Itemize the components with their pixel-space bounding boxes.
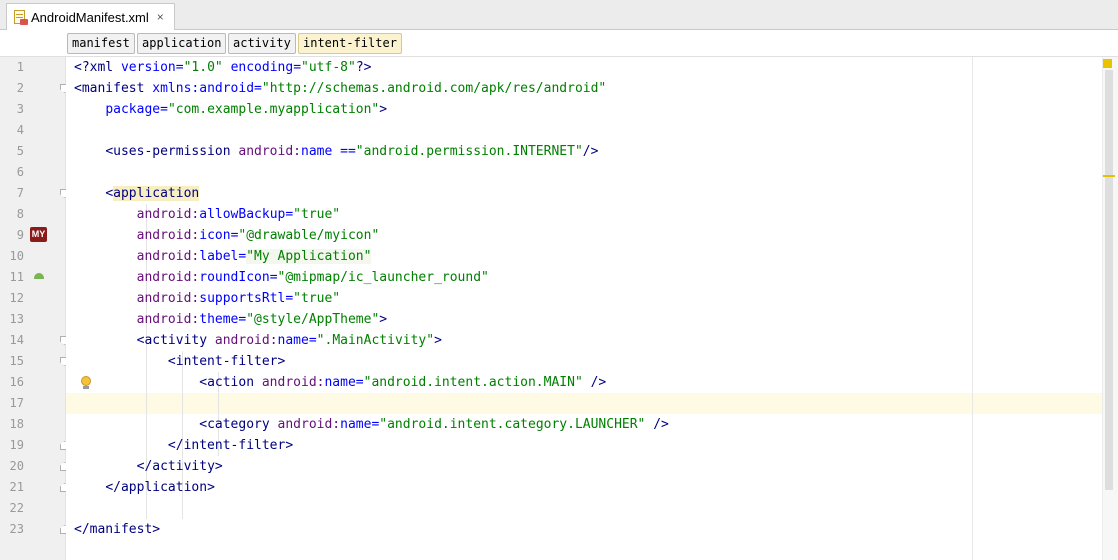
code-line: android:supportsRtl="true" [136, 291, 341, 306]
line-number: 17 [9, 396, 24, 410]
line-number: 7 [16, 186, 24, 200]
line-number: 19 [9, 438, 24, 452]
close-icon[interactable]: × [157, 10, 164, 24]
lightbulb-icon[interactable] [80, 376, 92, 390]
line-number: 5 [16, 144, 24, 158]
line-number: 13 [9, 312, 24, 326]
line-number: 2 [16, 81, 24, 95]
right-margin-guide [972, 57, 973, 560]
editor-tab-bar: AndroidManifest.xml × [0, 0, 1118, 30]
line-number: 15 [9, 354, 24, 368]
drawable-preview-icon[interactable]: MY [30, 227, 47, 242]
line-number: 21 [9, 480, 24, 494]
code-line: </manifest> [74, 522, 161, 537]
code-line: </intent-filter> [167, 438, 294, 453]
code-line: package="com.example.myapplication"> [105, 102, 388, 117]
warning-marker[interactable] [1103, 175, 1115, 177]
breadcrumb: manifest application activity intent-fil… [0, 30, 1118, 57]
code-line: <manifest xmlns:android="http://schemas.… [74, 81, 607, 96]
code-line: <intent-filter> [167, 354, 286, 369]
code-line: android:icon="@drawable/myicon" [136, 228, 380, 243]
line-number: 16 [9, 375, 24, 389]
line-number: 4 [16, 123, 24, 137]
line-number: 22 [9, 501, 24, 515]
code-line: </application> [105, 480, 215, 495]
code-line: <action android:name="android.intent.act… [199, 375, 607, 390]
line-number: 6 [16, 165, 24, 179]
line-number: 12 [9, 291, 24, 305]
line-number: 14 [9, 333, 24, 347]
line-number: 10 [9, 249, 24, 263]
code-line: <?xml version="1.0" encoding="utf-8"?> [74, 60, 372, 75]
line-number: 20 [9, 459, 24, 473]
line-number: 23 [9, 522, 24, 536]
code-line: <application [105, 186, 200, 201]
breadcrumb-activity[interactable]: activity [228, 33, 296, 54]
breadcrumb-manifest[interactable]: manifest [67, 33, 135, 54]
tab-label: AndroidManifest.xml [31, 9, 149, 25]
code-line: android:label="My Application" [136, 249, 372, 264]
code-line: android:allowBackup="true" [136, 207, 341, 222]
xml-file-icon [13, 9, 28, 25]
code-line: android:roundIcon="@mipmap/ic_launcher_r… [136, 270, 489, 285]
line-number: 18 [9, 417, 24, 431]
breadcrumb-application[interactable]: application [137, 33, 227, 54]
line-number: 11 [9, 270, 24, 284]
code-line: <uses-permission android:name =="android… [105, 144, 599, 159]
line-number: 3 [16, 102, 24, 116]
breadcrumb-intent-filter[interactable]: intent-filter [298, 33, 402, 54]
editor-gutter[interactable]: 1 2 3 4 5 6 7 8 9 10 11 12 13 14 15 16 1… [0, 57, 69, 560]
line-number: 8 [16, 207, 24, 221]
caret-line-highlight [66, 393, 1102, 414]
code-line: android:theme="@style/AppTheme"> [136, 312, 388, 327]
code-editor[interactable]: <?xml version="1.0" encoding="utf-8"?> <… [66, 57, 1102, 560]
tab-androidmanifest[interactable]: AndroidManifest.xml × [6, 3, 175, 30]
code-line: <activity android:name=".MainActivity"> [136, 333, 442, 348]
android-launcher-icon[interactable] [34, 271, 44, 279]
analysis-status-icon[interactable] [1103, 59, 1112, 68]
code-line: </activity> [136, 459, 223, 474]
code-line: <category android:name="android.intent.c… [199, 417, 669, 432]
vertical-scrollbar[interactable] [1105, 70, 1113, 490]
line-number: 1 [16, 60, 24, 74]
line-number: 9 [16, 228, 24, 242]
